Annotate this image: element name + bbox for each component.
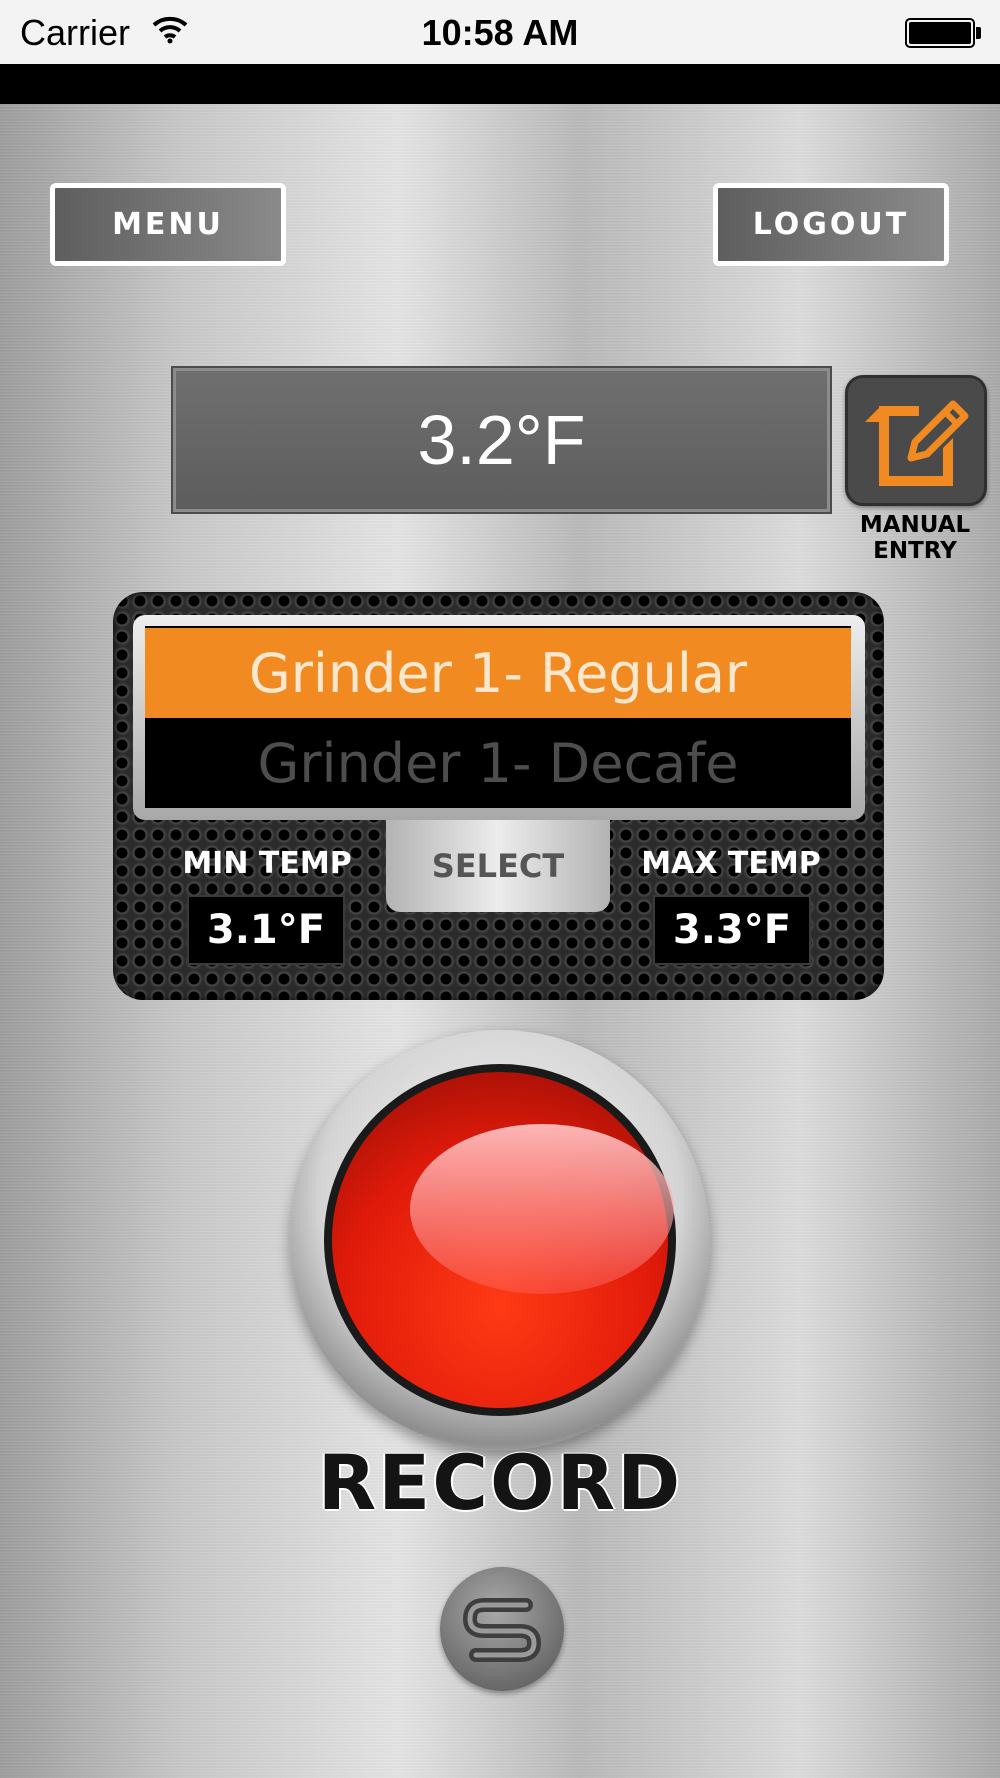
select-button[interactable]: SELECT [386,820,610,912]
record-button-gloss [410,1124,674,1294]
record-button-core [332,1072,674,1408]
record-label: RECORD [317,1438,683,1527]
min-temp-label: MIN TEMP [182,846,352,881]
picker-item[interactable]: Grinder 1- Decafe [145,718,851,808]
min-temp-value: 3.1°F [187,895,345,965]
max-temp-value: 3.3°F [653,895,811,965]
battery-nub [976,27,981,39]
battery-icon [905,18,975,48]
brand-s-logo-icon [440,1567,564,1691]
status-bar: Carrier 10:58 AM [0,0,1000,64]
pencil-note-icon [861,386,971,495]
current-temperature-display: 3.2°F [171,366,832,514]
max-temp-label: MAX TEMP [641,846,821,881]
manual-entry-label: MANUAL ENTRY [830,512,1000,564]
manual-entry-label-line2: ENTRY [873,538,957,564]
picker-item-selected[interactable]: Grinder 1- Regular [145,628,851,718]
record-button[interactable] [290,1030,710,1450]
nav-bar [0,64,1000,104]
manual-entry-button[interactable] [845,375,987,506]
status-time: 10:58 AM [421,12,579,53]
manual-entry-label-line1: MANUAL [859,512,971,538]
menu-button[interactable]: MENU [50,183,286,266]
logout-button[interactable]: LOGOUT [713,183,949,266]
